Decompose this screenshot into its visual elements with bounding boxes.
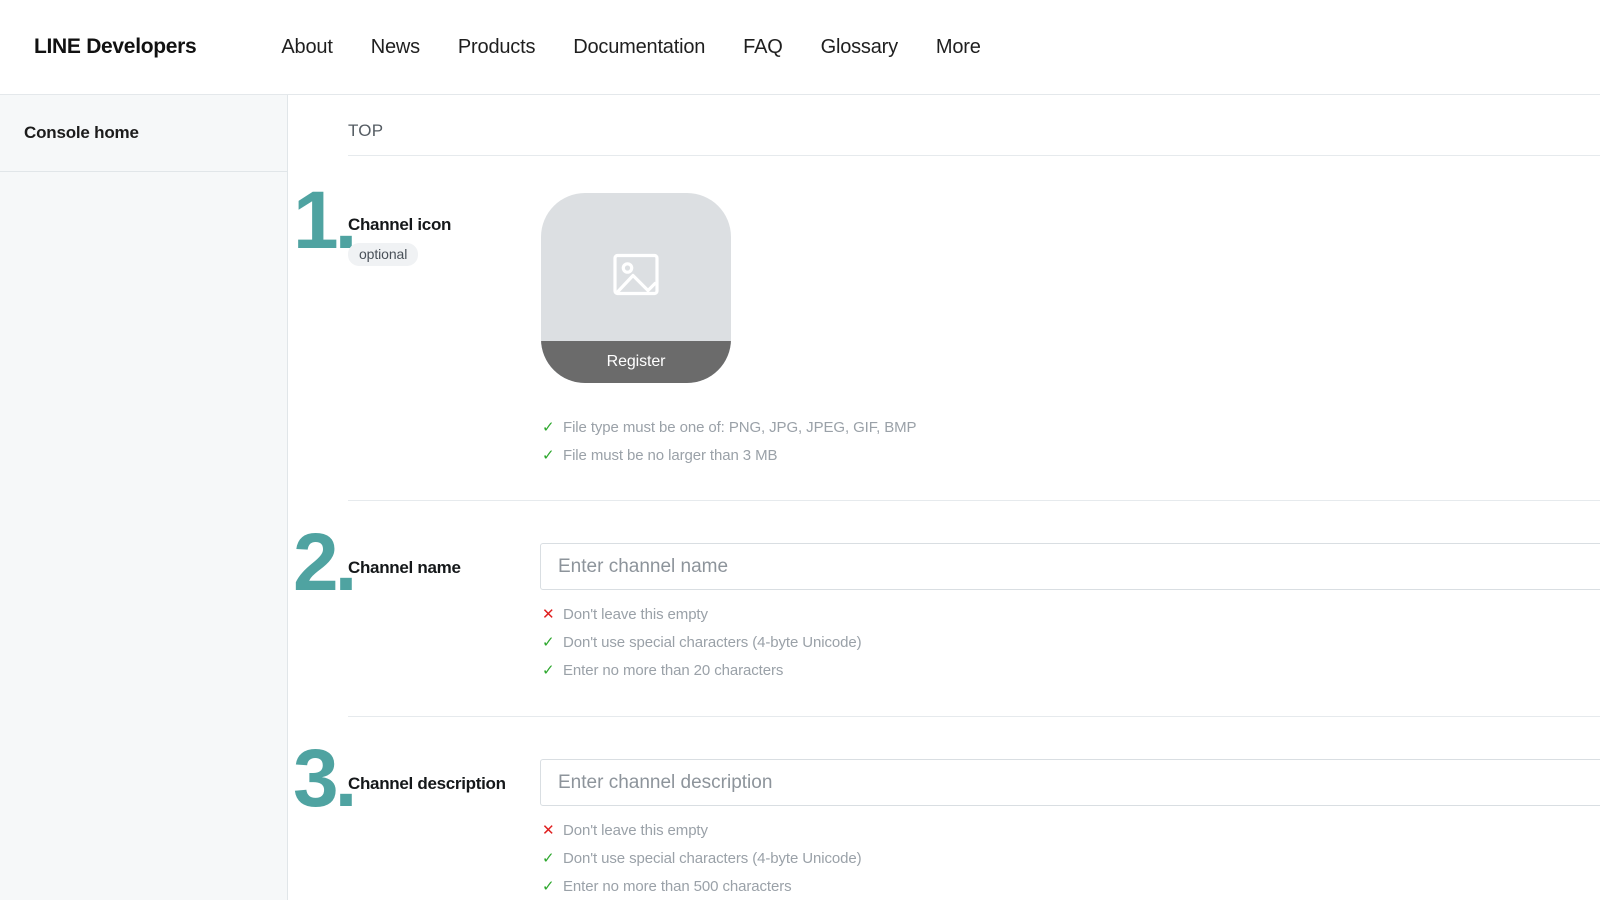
hint-list-channel-icon: ✓ File type must be one of: PNG, JPG, JP… xyxy=(542,413,917,469)
check-icon: ✓ xyxy=(542,419,555,436)
hint-text: File type must be one of: PNG, JPG, JPEG… xyxy=(563,418,917,436)
channel-description-input[interactable] xyxy=(540,759,1600,806)
nav-item-faq[interactable]: FAQ xyxy=(743,36,783,59)
hint-item: ✓ File type must be one of: PNG, JPG, JP… xyxy=(542,413,917,441)
optional-badge: optional xyxy=(348,243,419,266)
brand-logo-developers: Developers xyxy=(86,35,197,58)
step-label-channel-icon: Channel icon xyxy=(348,215,452,234)
hint-text: Enter no more than 500 characters xyxy=(563,877,792,895)
step-number-3: 3. xyxy=(293,733,357,824)
site-header: LINE Developers About News Products Docu… xyxy=(0,0,1600,95)
hint-item: ✓ Enter no more than 20 characters xyxy=(542,656,862,684)
step-divider xyxy=(348,716,1600,717)
check-icon: ✓ xyxy=(542,662,555,679)
brand-logo-line: LINE xyxy=(34,35,81,58)
step-label-group-3: Channel description xyxy=(348,774,558,794)
hint-text: Don't leave this empty xyxy=(563,605,708,623)
sidebar: Console home xyxy=(0,95,288,900)
step-channel-icon: 1. Channel icon optional Register ✓ File… xyxy=(289,155,1600,500)
hint-item: ✕ Don't leave this empty xyxy=(542,600,862,628)
step-channel-name: 2. Channel name ✕ Don't leave this empty… xyxy=(289,500,1600,716)
cross-icon: ✕ xyxy=(542,606,555,623)
channel-name-input[interactable] xyxy=(540,543,1600,590)
hint-text: Don't leave this empty xyxy=(563,821,708,839)
hint-item: ✓ Don't use special characters (4-byte U… xyxy=(542,628,862,656)
hint-list-channel-name: ✕ Don't leave this empty ✓ Don't use spe… xyxy=(542,600,862,684)
register-button[interactable]: Register xyxy=(541,341,731,383)
step-label-group-2: Channel name xyxy=(348,558,538,578)
main-content: TOP 1. Channel icon optional Register ✓ xyxy=(289,95,1600,900)
channel-icon-uploader[interactable]: Register xyxy=(541,193,731,383)
main-navigation: About News Products Documentation FAQ Gl… xyxy=(281,36,980,59)
nav-item-news[interactable]: News xyxy=(371,36,420,59)
nav-item-about[interactable]: About xyxy=(281,36,332,59)
hint-text: Enter no more than 20 characters xyxy=(563,661,784,679)
breadcrumb[interactable]: TOP xyxy=(348,121,383,141)
step-channel-description: 3. Channel description ✕ Don't leave thi… xyxy=(289,716,1600,900)
hint-item: ✕ Don't leave this empty xyxy=(542,816,862,844)
hint-item: ✓ Enter no more than 500 characters xyxy=(542,872,862,900)
nav-item-documentation[interactable]: Documentation xyxy=(573,36,705,59)
step-label-channel-description: Channel description xyxy=(348,774,506,793)
sidebar-item-label: Console home xyxy=(24,123,139,142)
brand-logo[interactable]: LINE Developers xyxy=(34,35,197,59)
hint-item: ✓ Don't use special characters (4-byte U… xyxy=(542,844,862,872)
step-number-1: 1. xyxy=(293,175,357,266)
nav-item-more[interactable]: More xyxy=(936,36,981,59)
nav-item-products[interactable]: Products xyxy=(458,36,536,59)
hint-list-channel-description: ✕ Don't leave this empty ✓ Don't use spe… xyxy=(542,816,862,900)
check-icon: ✓ xyxy=(542,634,555,651)
nav-item-glossary[interactable]: Glossary xyxy=(821,36,899,59)
step-label-group-1: Channel icon optional xyxy=(348,215,538,266)
sidebar-item-console-home[interactable]: Console home xyxy=(0,95,287,172)
step-label-channel-name: Channel name xyxy=(348,558,461,577)
check-icon: ✓ xyxy=(542,850,555,867)
step-divider xyxy=(348,500,1600,501)
hint-text: File must be no larger than 3 MB xyxy=(563,446,778,464)
check-icon: ✓ xyxy=(542,447,555,464)
hint-text: Don't use special characters (4-byte Uni… xyxy=(563,633,862,651)
step-divider xyxy=(348,155,1600,156)
check-icon: ✓ xyxy=(542,878,555,895)
image-placeholder-icon xyxy=(608,246,664,307)
step-number-2: 2. xyxy=(293,517,357,608)
hint-text: Don't use special characters (4-byte Uni… xyxy=(563,849,862,867)
cross-icon: ✕ xyxy=(542,822,555,839)
hint-item: ✓ File must be no larger than 3 MB xyxy=(542,441,916,469)
